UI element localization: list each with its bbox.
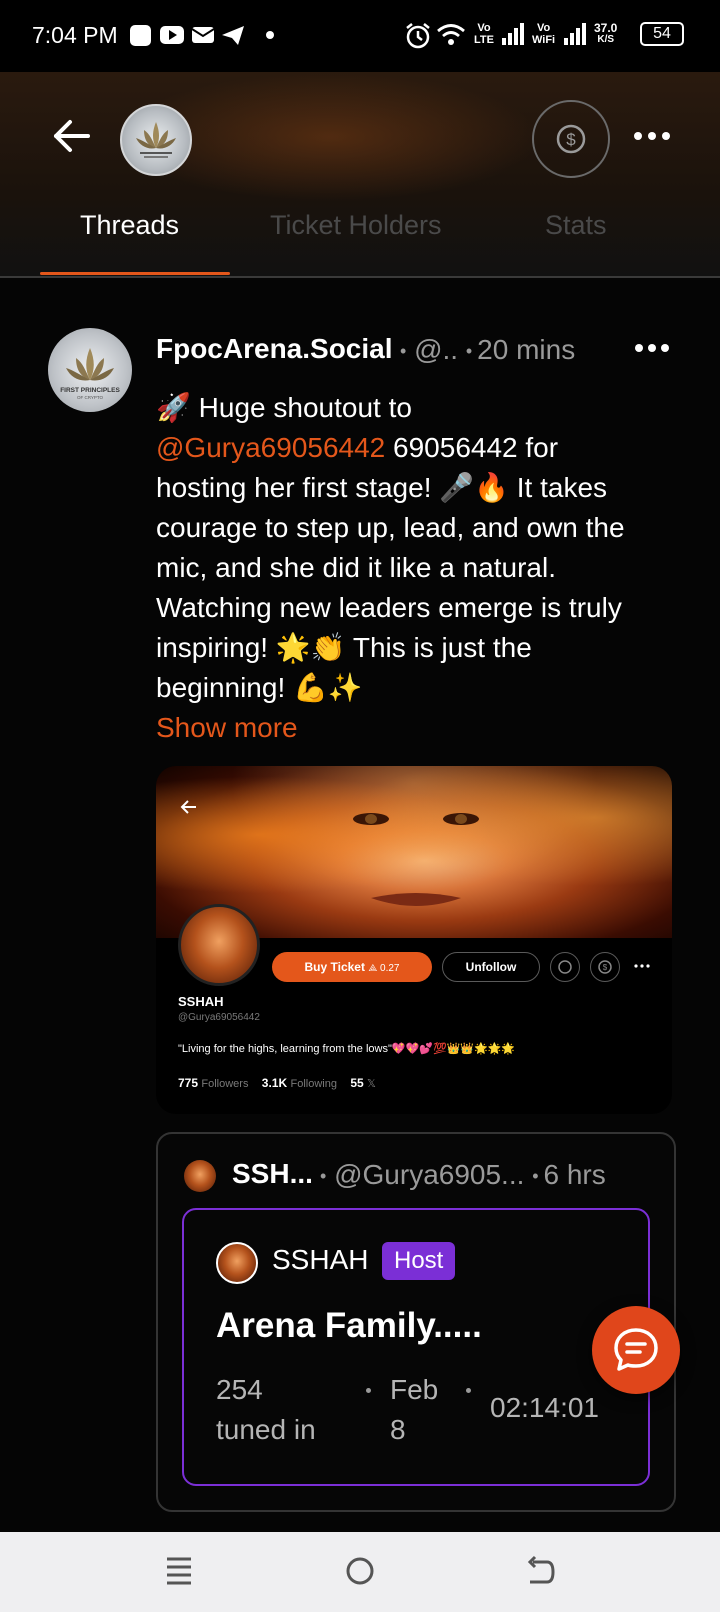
signal-icon: [502, 23, 524, 45]
post-image[interactable]: Buy Ticket ⟁ 0.27 Unfollow $ SSHAH @Gury…: [156, 766, 672, 1114]
status-bar: 7:04 PM Vo LTE Vo WiFi 37.0 K/S 54: [0, 0, 720, 72]
quoted-meta: • @Gurya6905... • 6 hrs: [320, 1159, 606, 1190]
home-nav-icon[interactable]: [344, 1554, 376, 1588]
tab-stats[interactable]: Stats: [545, 210, 607, 241]
chat-icon: [550, 952, 580, 982]
space-card[interactable]: SSHAH Host Arena Family..... 254 tuned in…: [182, 1208, 650, 1486]
chat-bubble-icon: [614, 1328, 658, 1371]
card-handle: @Gurya69056442: [178, 1012, 260, 1023]
post-author-avatar[interactable]: FIRST PRINCIPLES OF CRYPTO: [48, 328, 132, 412]
net-speed: 37.0 K/S: [594, 21, 618, 45]
post-meta: • @.. • 20 mins: [400, 334, 576, 365]
post-author-name[interactable]: FpocArena.Social: [156, 333, 393, 365]
card-stats: 775 Followers 3.1K Following 55 𝕏: [178, 1076, 376, 1090]
community-logo[interactable]: [120, 104, 192, 176]
quoted-author-name[interactable]: SSH...: [232, 1158, 313, 1190]
tuned-in-stat: 254 tuned in: [216, 1374, 316, 1445]
svg-text:$: $: [603, 963, 608, 972]
card-name: SSHAH: [178, 994, 224, 1009]
tip-button[interactable]: $: [532, 100, 610, 178]
alarm-icon: [406, 23, 430, 49]
post-more-icon[interactable]: [634, 338, 670, 358]
post-time: 20 mins: [477, 334, 576, 365]
back-nav-icon[interactable]: [524, 1554, 556, 1588]
dot-separator: [366, 1388, 371, 1393]
wifi-icon: [437, 24, 465, 45]
tab-threads[interactable]: Threads: [80, 210, 179, 241]
notification-icons: [130, 25, 274, 46]
banner-face: [353, 813, 479, 825]
status-time: 7:04 PM: [32, 22, 118, 48]
space-title: Arena Family.....: [216, 1306, 482, 1345]
compose-chat-button[interactable]: [592, 1306, 680, 1394]
post-body: 🚀 Huge shoutout to @Gurya69056442 690564…: [156, 388, 676, 748]
back-arrow-icon[interactable]: [50, 114, 94, 158]
dot-separator-2: [466, 1388, 471, 1393]
space-duration: 02:14:01: [490, 1392, 599, 1423]
active-tab-indicator: [40, 272, 230, 275]
show-more-link[interactable]: Show more: [156, 708, 676, 748]
unfollow-button: Unfollow: [442, 952, 540, 982]
space-host-avatar: [216, 1242, 258, 1284]
volte-label: Vo LTE: [474, 22, 494, 46]
battery-indicator: 54: [640, 22, 684, 46]
post-handle: @..: [414, 334, 459, 365]
more-options-icon[interactable]: [632, 126, 672, 146]
rocket-icon: 🚀: [156, 392, 191, 423]
svg-text:OF CRYPTO: OF CRYPTO: [77, 395, 104, 400]
svg-text:$: $: [566, 130, 576, 149]
card-more-icon: [634, 964, 650, 968]
menu-nav-icon[interactable]: [164, 1554, 194, 1588]
dollar-icon: $: [590, 952, 620, 982]
tab-ticket-holders[interactable]: Ticket Holders: [270, 210, 442, 241]
signal-icon-2: [564, 23, 586, 45]
vowifi-label: Vo WiFi: [532, 22, 556, 46]
system-nav-bar: [0, 1532, 720, 1612]
space-host-name: SSHAH: [272, 1244, 369, 1275]
space-date: Feb 8: [390, 1374, 439, 1445]
card-back-icon: [180, 800, 196, 814]
tab-divider: [0, 276, 720, 278]
card-avatar: [178, 904, 260, 986]
banner-lips: [371, 893, 461, 906]
buy-ticket-button: Buy Ticket ⟁ 0.27: [272, 952, 432, 982]
card-bio: "Living for the highs, learning from the…: [178, 1043, 516, 1055]
host-badge: Host: [382, 1242, 456, 1280]
mention-link[interactable]: @Gurya69056442: [156, 432, 385, 463]
quoted-avatar[interactable]: [184, 1160, 216, 1192]
svg-text:FIRST PRINCIPLES: FIRST PRINCIPLES: [60, 387, 120, 394]
